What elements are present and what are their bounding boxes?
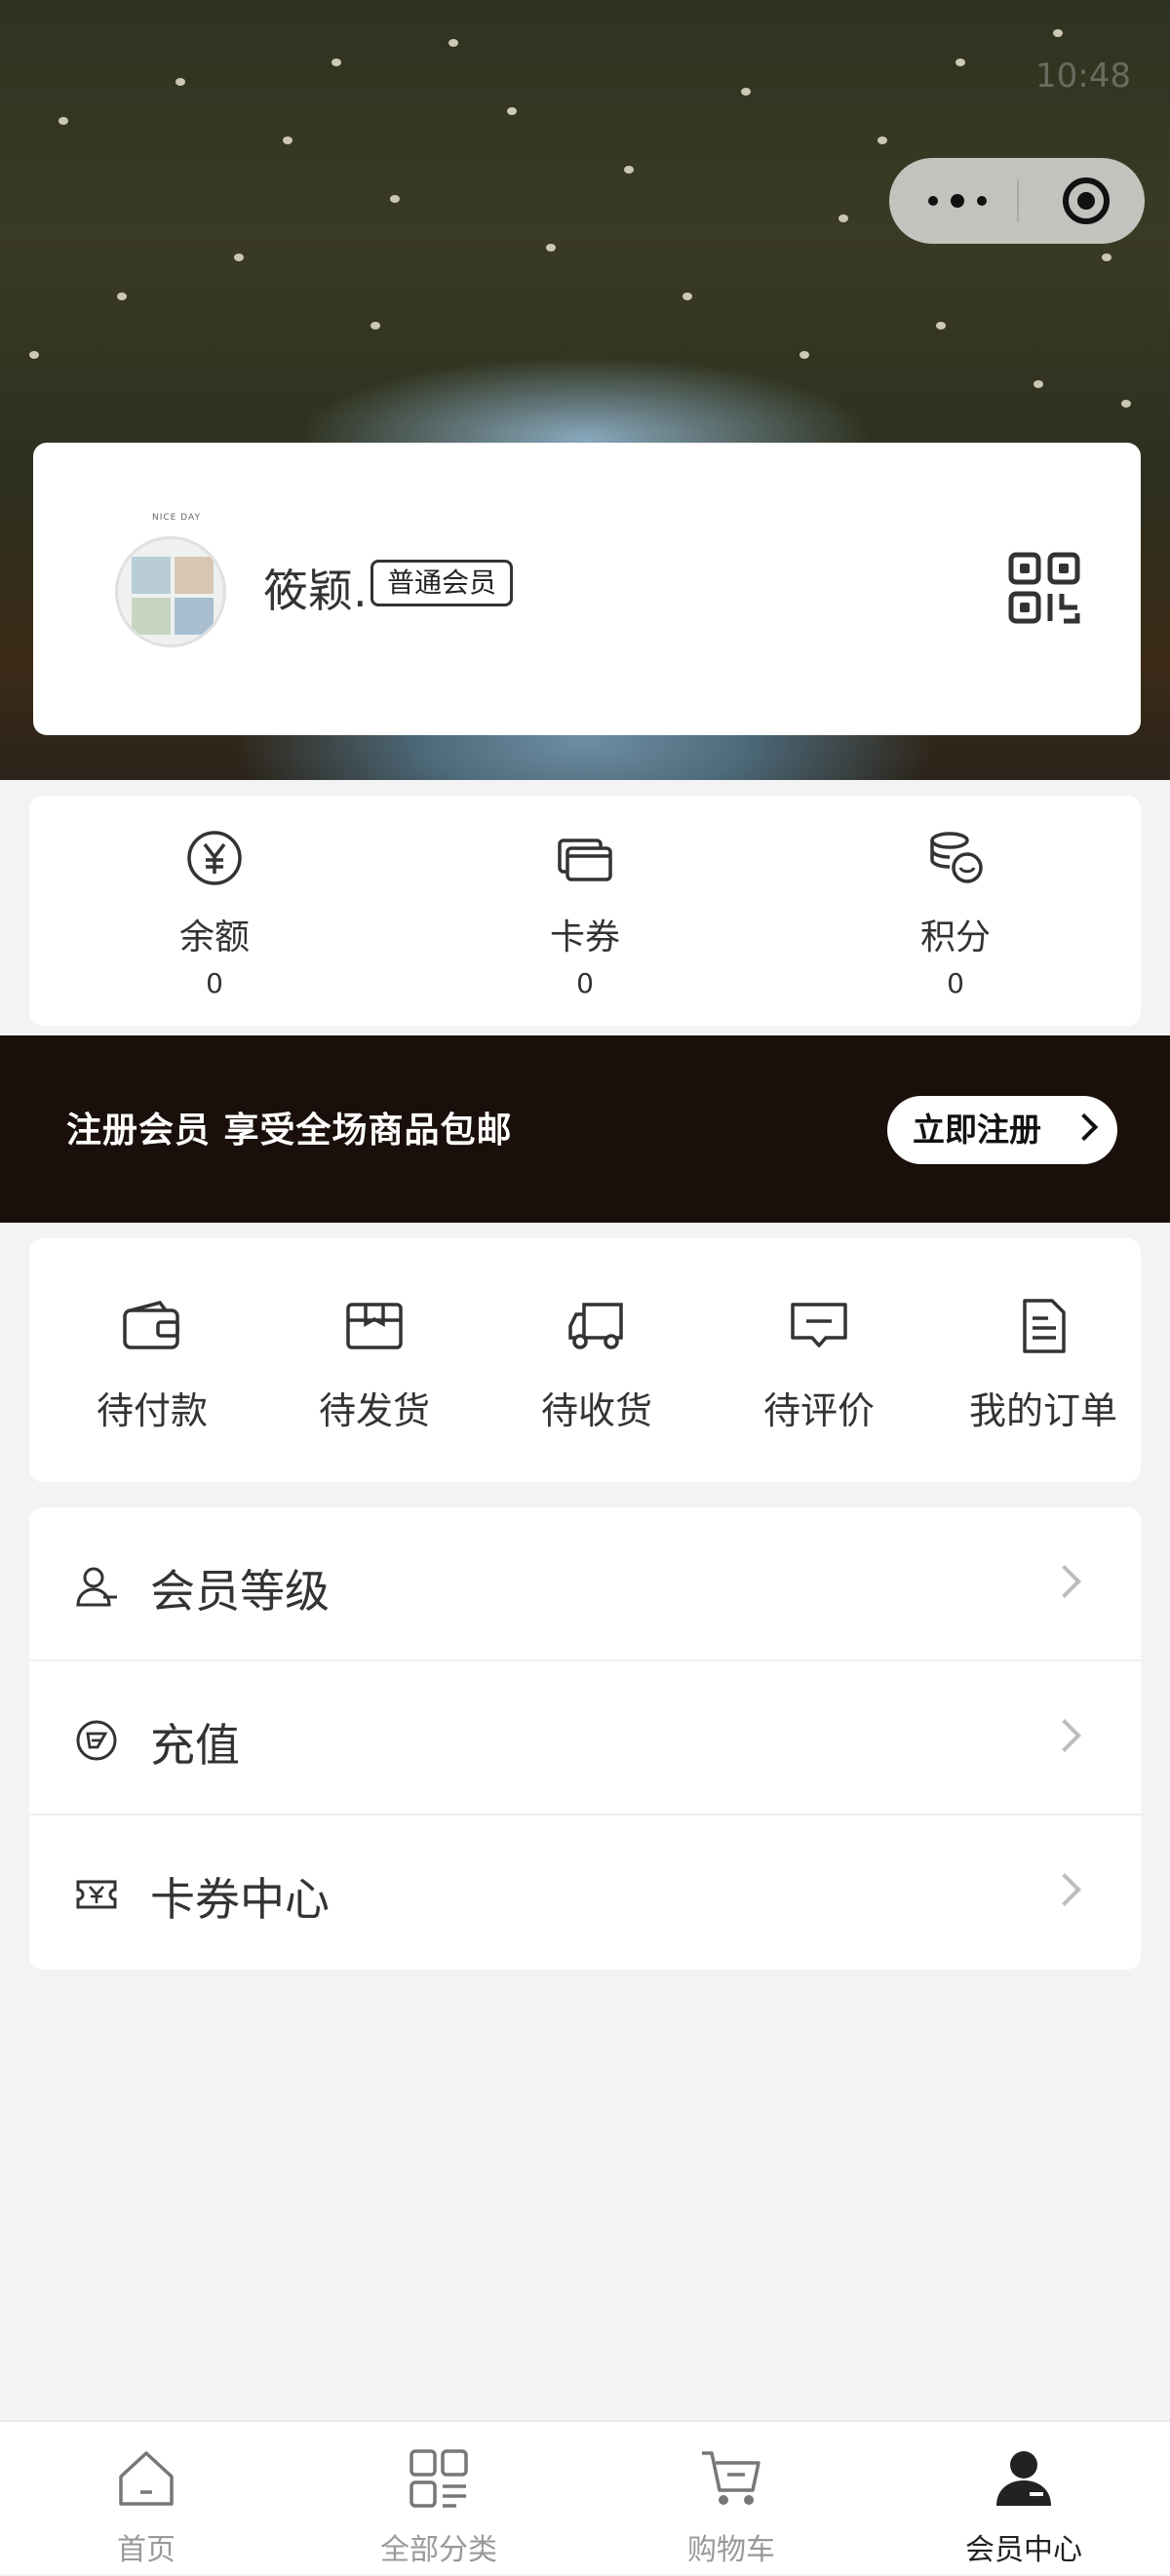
ticket-icon (76, 1880, 117, 1909)
chevron-right-icon (1048, 1565, 1081, 1598)
yuan-icon (187, 831, 242, 885)
member-icon (996, 2451, 1051, 2506)
register-banner: 注册会员 享受全场商品包邮 立即注册 (0, 1035, 1170, 1223)
tab-home[interactable]: 首页 (0, 2422, 292, 2576)
order-label: 待评价 (762, 1389, 875, 1432)
tab-member-center[interactable]: 会员中心 (878, 2422, 1170, 2576)
wallet-icon (123, 1301, 179, 1349)
wallet-item-points[interactable]: 积分 0 (770, 796, 1141, 1026)
status-time: 10:48 (1035, 57, 1131, 96)
card-icon (558, 839, 612, 881)
chevron-right-icon (1048, 1873, 1081, 1906)
member-menu: 会员等级 充值 卡券中心 (29, 1507, 1141, 1970)
menu-label: 充值 (150, 1719, 240, 1772)
wallet-value: 0 (947, 967, 964, 999)
tab-label: 购物车 (687, 2533, 775, 2567)
order-pending-shipment[interactable]: 待发货 (277, 1238, 472, 1482)
mini-program-capsule (889, 158, 1145, 244)
order-label: 待付款 (96, 1389, 208, 1432)
recharge-icon (76, 1720, 117, 1761)
qr-code-icon[interactable] (1008, 552, 1080, 624)
wallet-item-balance[interactable]: 余额 0 (29, 796, 400, 1026)
status-bar: 10:48 (410, 57, 1131, 96)
coins-icon (930, 832, 983, 883)
wallet-label: 积分 (919, 917, 991, 957)
member-level-badge: 普通会员 (370, 560, 514, 606)
avatar-caption: NICE DAY (152, 513, 201, 523)
wallet-label: 余额 (178, 917, 250, 957)
order-pending-review[interactable]: 待评价 (722, 1238, 916, 1482)
capsule-divider (1017, 179, 1019, 222)
wallet-value: 0 (576, 967, 594, 999)
register-button-label: 立即注册 (913, 1111, 1041, 1149)
bottom-tab-bar: 首页 全部分类 购物车 会员中心 (0, 2420, 1170, 2574)
username: 筱颖. (263, 565, 368, 617)
tab-all-categories[interactable]: 全部分类 (292, 2422, 585, 2576)
close-target-icon[interactable] (1063, 177, 1110, 224)
tab-label: 会员中心 (965, 2533, 1082, 2567)
my-orders[interactable]: 我的订单 (946, 1238, 1141, 1482)
order-pending-payment[interactable]: 待付款 (55, 1238, 250, 1482)
wallet-item-coupons[interactable]: 卡券 0 (400, 796, 770, 1026)
menu-item-member-level[interactable]: 会员等级 (29, 1507, 1141, 1661)
order-pending-receipt[interactable]: 待收货 (499, 1238, 694, 1482)
more-icon[interactable] (928, 183, 987, 218)
wallet-value: 0 (206, 967, 223, 999)
menu-label: 会员等级 (150, 1565, 330, 1618)
user-level-icon (76, 1567, 117, 1607)
document-icon (1023, 1299, 1066, 1353)
register-now-button[interactable]: 立即注册 (887, 1096, 1117, 1164)
profile-card: NICE DAY 筱颖. 普通会员 (33, 443, 1141, 735)
comment-icon (791, 1303, 847, 1347)
menu-item-coupon-center[interactable]: 卡券中心 (29, 1815, 1141, 1970)
box-icon (346, 1303, 403, 1349)
home-icon (119, 2451, 174, 2506)
menu-item-recharge[interactable]: 充值 (29, 1661, 1141, 1815)
category-icon (410, 2449, 468, 2508)
cart-icon (702, 2451, 760, 2505)
truck-icon (568, 1303, 623, 1349)
chevron-right-icon (1070, 1112, 1099, 1142)
menu-label: 卡券中心 (150, 1873, 330, 1926)
tab-label: 全部分类 (380, 2533, 497, 2567)
order-label: 我的订单 (968, 1389, 1117, 1432)
avatar[interactable] (115, 536, 226, 647)
order-label: 待收货 (540, 1389, 652, 1432)
tab-cart[interactable]: 购物车 (585, 2422, 878, 2576)
wallet-summary: 余额 0 卡券 0 积分 0 (29, 796, 1141, 1026)
order-status-panel: 待付款 待发货 待收货 待评价 我的订单 (29, 1238, 1141, 1482)
chevron-right-icon (1048, 1719, 1081, 1752)
wallet-label: 卡券 (549, 917, 620, 957)
order-label: 待发货 (318, 1389, 430, 1432)
tab-label: 首页 (117, 2533, 176, 2567)
banner-text: 注册会员 享受全场商品包邮 (66, 1111, 513, 1151)
